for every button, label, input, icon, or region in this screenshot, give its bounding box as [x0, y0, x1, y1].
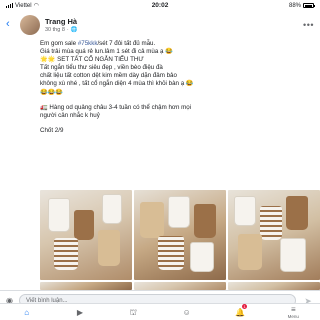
sock-image [234, 196, 256, 226]
post-header: ‹ Trang Hà 30 thg 8 · 🌐 ••• [0, 11, 320, 38]
wifi-icon: ◠ [33, 3, 39, 9]
photo-grid [40, 190, 320, 280]
tab-notifications[interactable]: 🔔 1 [213, 304, 266, 320]
post-photo[interactable] [134, 190, 226, 280]
post-line: 🚛 Hàng od quảng châu 3-4 tuần có thể chậ… [40, 103, 192, 111]
sock-image [194, 204, 216, 238]
tab-bar: ⌂ ▶ ⛫ ☺ 🔔 1 ≡ Menu [0, 303, 320, 320]
post-date[interactable]: 30 thg 8 [45, 27, 65, 33]
globe-icon: 🌐 [70, 26, 78, 33]
status-left: Viettel ◠ [6, 2, 116, 9]
status-time: 20:02 [151, 2, 169, 9]
store-icon: ⛫ [129, 307, 137, 317]
post-line-text: Em gom sale [40, 40, 78, 47]
post-photo[interactable] [134, 282, 226, 290]
status-right: 88% [204, 2, 315, 9]
sock-image [168, 196, 190, 228]
home-icon: ⌂ [24, 307, 30, 317]
sock-image [48, 198, 70, 232]
profile-icon: ☺ [182, 307, 191, 317]
sock-image [74, 210, 94, 240]
tab-home[interactable]: ⌂ [0, 304, 53, 320]
battery-icon [303, 3, 315, 8]
post-line: Chốt 2/9 [40, 126, 64, 134]
post-meta: 30 thg 8 · 🌐 [45, 27, 303, 33]
carrier-name: Viettel [15, 2, 32, 9]
sock-image [286, 196, 308, 230]
post-line: 😂😂😂 [40, 88, 64, 96]
sock-image [280, 238, 306, 272]
post-photo[interactable] [40, 190, 132, 280]
avatar[interactable] [20, 14, 40, 35]
battery-percent: 88% [288, 2, 301, 9]
dot-separator: · [66, 26, 69, 33]
sock-image [102, 194, 122, 224]
post-line-text: /sét 7 đôi tất đủ mẫu. [97, 40, 156, 47]
sock-image [54, 238, 78, 270]
notification-badge: 1 [241, 304, 248, 309]
sock-image [190, 242, 214, 272]
sock-image [98, 230, 120, 266]
post-line: người cân nhắc k huỷ [40, 111, 100, 119]
sock-image [158, 236, 184, 270]
post-author-block: Trang Hà 30 thg 8 · 🌐 [45, 17, 303, 33]
post-photo[interactable] [228, 190, 320, 280]
post-line: Em gom sale #75kkk/sét 7 đôi tất đủ mẫu. [40, 40, 310, 48]
post-photo[interactable] [228, 282, 320, 290]
more-icon[interactable]: ••• [303, 20, 314, 30]
post-text: Em gom sale #75kkk/sét 7 đôi tất đủ mẫu.… [40, 40, 310, 135]
post-line: Tất ngắn tiểu thư siêu đẹp , viền bèo đi… [40, 64, 163, 72]
chevron-left-icon[interactable]: ‹ [6, 19, 16, 30]
poster-name[interactable]: Trang Hà [45, 17, 303, 26]
status-bar: Viettel ◠ 20:02 88% [0, 0, 320, 11]
sock-image [140, 202, 164, 238]
sock-image [260, 206, 282, 240]
video-icon: ▶ [76, 307, 84, 317]
battery-fill [304, 4, 312, 7]
hashtag-link[interactable]: #75kkk [78, 40, 98, 47]
tab-profile[interactable]: ☺ [160, 304, 213, 320]
tab-menu-label: Menu [287, 314, 299, 319]
post-line: không xù nhé , tất cổ ngắn diện 4 mùa th… [40, 80, 194, 88]
signal-icon [6, 3, 13, 8]
tab-menu[interactable]: ≡ Menu [267, 304, 320, 320]
post-line: 🌟🌟 SET TẤT CỔ NGẮN TIỂU THƯ [40, 56, 144, 64]
photo-grid-row-2 [40, 282, 320, 290]
post-line: Giá trải mùa quá rẻ lun.lâm 1 sét đi cả … [40, 48, 173, 56]
tab-video[interactable]: ▶ [53, 304, 106, 320]
sock-image [238, 234, 262, 270]
menu-icon: ≡ [290, 305, 296, 314]
tab-marketplace[interactable]: ⛫ [107, 304, 160, 320]
post-photo[interactable] [40, 282, 132, 290]
